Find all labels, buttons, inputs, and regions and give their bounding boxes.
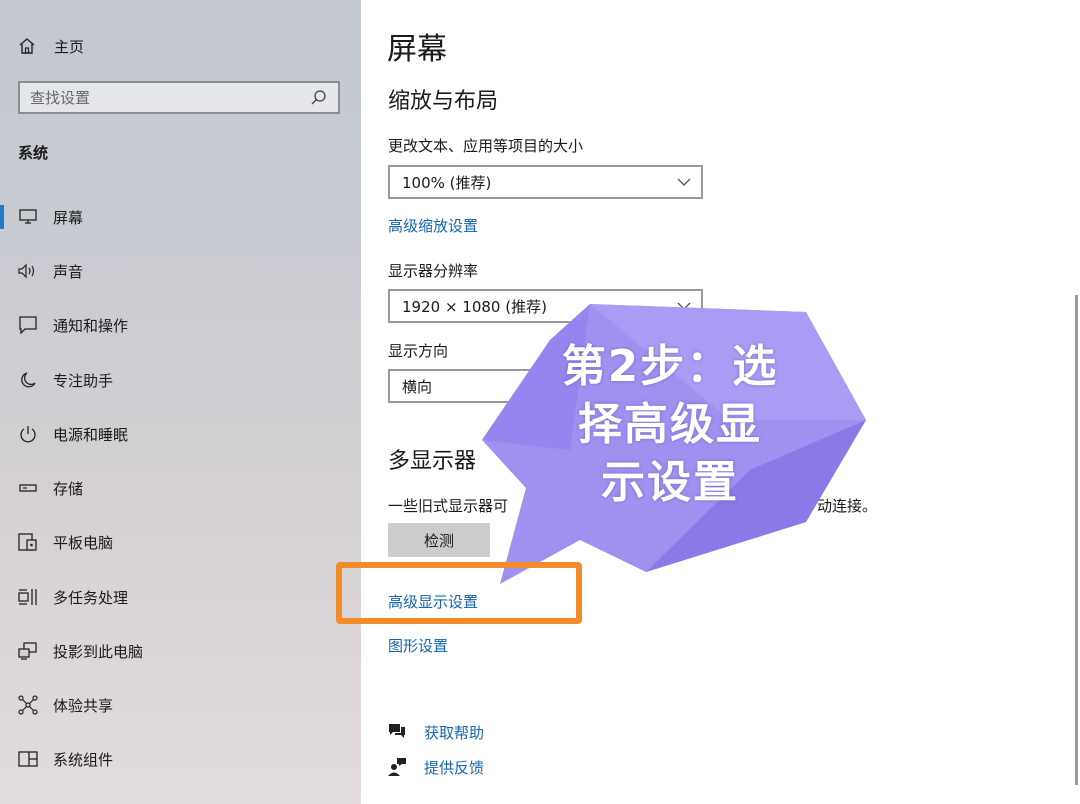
share-icon: [17, 694, 39, 716]
text-size-dropdown[interactable]: 100% (推荐): [388, 165, 703, 199]
search-input[interactable]: [20, 87, 308, 108]
moon-icon: [17, 369, 39, 391]
get-help-link[interactable]: 获取帮助: [424, 722, 484, 743]
sidebar-item-label: 声音: [53, 262, 84, 281]
graphics-settings-link[interactable]: 图形设置: [388, 635, 448, 656]
speaker-icon: [17, 260, 39, 282]
home-label: 主页: [54, 37, 85, 56]
notification-icon: [17, 314, 39, 336]
highlight-box: [336, 562, 582, 624]
callout-text: 第2步：选 择高级显 示设置: [545, 338, 795, 512]
sidebar-item-notifications[interactable]: 通知和操作: [0, 305, 361, 345]
sidebar-item-project[interactable]: 投影到此电脑: [0, 631, 361, 671]
orientation-label: 显示方向: [388, 342, 449, 360]
sidebar-item-label: 投影到此电脑: [53, 642, 144, 661]
sidebar-item-shared-experiences[interactable]: 体验共享: [0, 685, 361, 725]
sidebar-item-label: 屏幕: [53, 208, 84, 227]
sidebar: 主页 系统 屏幕 声音 通知和操作 专注助手 电源和睡眠: [0, 0, 361, 804]
power-icon: [17, 423, 39, 445]
section-title: 系统: [18, 144, 49, 162]
project-icon: [17, 640, 39, 662]
sidebar-item-label: 电源和睡眠: [53, 425, 129, 444]
orientation-value: 横向: [402, 377, 433, 396]
sidebar-item-sound[interactable]: 声音: [0, 251, 361, 291]
monitor-icon: [17, 206, 39, 228]
scale-layout-heading: 缩放与布局: [388, 89, 499, 114]
feedback-link[interactable]: 提供反馈: [424, 757, 484, 778]
search-box[interactable]: [18, 81, 340, 114]
callout-line: 第2步：选: [561, 341, 779, 392]
text-size-value: 100% (推荐): [402, 173, 492, 192]
tablet-icon: [17, 531, 39, 553]
sidebar-item-label: 平板电脑: [53, 533, 114, 552]
sidebar-item-multitasking[interactable]: 多任务处理: [0, 577, 361, 617]
sidebar-item-focus-assist[interactable]: 专注助手: [0, 360, 361, 400]
callout-line: 择高级显: [578, 399, 762, 450]
feedback-icon: [387, 757, 407, 777]
advanced-scaling-link[interactable]: 高级缩放设置: [388, 215, 478, 236]
page-title: 屏幕: [387, 32, 447, 67]
storage-icon: [17, 477, 39, 499]
sidebar-item-tablet[interactable]: 平板电脑: [0, 522, 361, 562]
get-help-icon: [387, 722, 407, 740]
text-size-label: 更改文本、应用等项目的大小: [388, 137, 584, 155]
chevron-down-icon: [677, 178, 691, 186]
sidebar-item-label: 存储: [53, 479, 84, 498]
home-icon: [18, 37, 36, 55]
sidebar-item-system-components[interactable]: 系统组件: [0, 739, 361, 779]
sidebar-item-label: 系统组件: [53, 750, 114, 769]
search-icon[interactable]: [308, 87, 330, 109]
home-link[interactable]: 主页: [18, 34, 84, 58]
multitask-icon: [17, 586, 39, 608]
sidebar-item-storage[interactable]: 存储: [0, 468, 361, 508]
sidebar-item-label: 通知和操作: [53, 316, 129, 335]
sidebar-item-label: 专注助手: [53, 371, 114, 390]
multi-display-heading: 多显示器: [388, 449, 477, 474]
sidebar-item-power[interactable]: 电源和睡眠: [0, 414, 361, 454]
sidebar-item-label: 多任务处理: [53, 588, 129, 607]
callout-line: 示设置: [601, 457, 739, 508]
sidebar-item-display[interactable]: 屏幕: [0, 197, 361, 237]
scrollbar[interactable]: [1075, 295, 1078, 785]
resolution-label: 显示器分辨率: [388, 262, 479, 280]
sidebar-item-label: 体验共享: [53, 696, 114, 715]
components-icon: [17, 748, 39, 770]
